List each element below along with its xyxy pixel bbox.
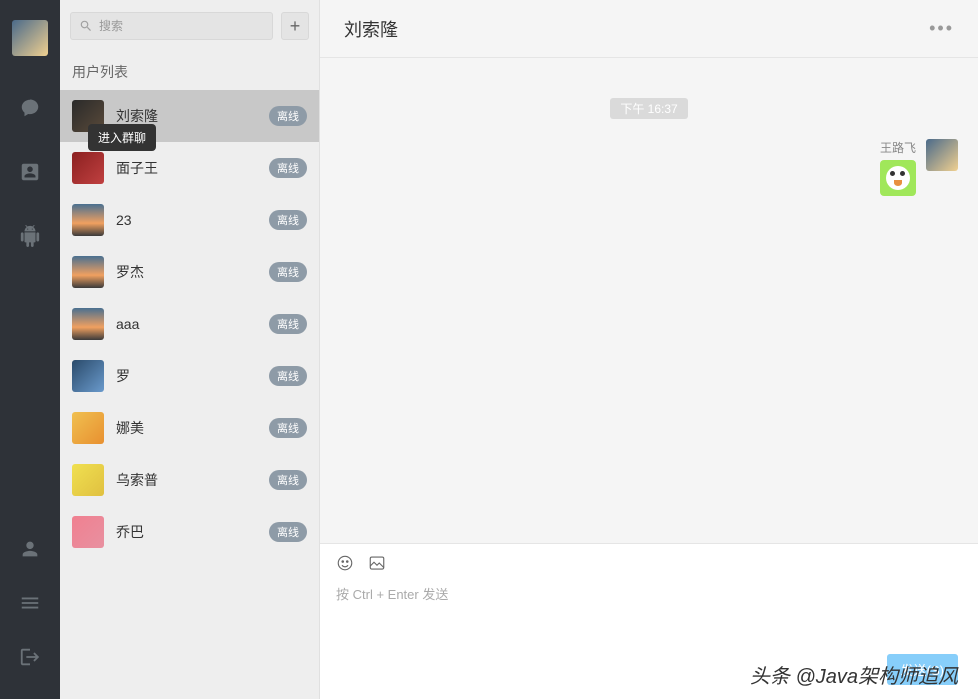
status-badge: 离线 — [269, 522, 307, 542]
contact-item[interactable]: 23 离线 — [60, 194, 319, 246]
status-badge: 离线 — [269, 470, 307, 490]
contact-avatar — [72, 256, 104, 288]
contact-avatar — [72, 204, 104, 236]
user-avatar[interactable] — [12, 20, 48, 56]
contact-item[interactable]: aaa 离线 — [60, 298, 319, 350]
emoji-icon[interactable] — [336, 554, 354, 572]
timestamp-label: 下午 16:37 — [610, 98, 687, 119]
list-header: 用户列表 — [60, 52, 319, 90]
android-icon[interactable] — [18, 224, 42, 248]
contact-item[interactable]: 娜美 离线 — [60, 402, 319, 454]
image-icon[interactable] — [368, 554, 386, 572]
contact-avatar — [72, 360, 104, 392]
contact-avatar — [72, 308, 104, 340]
contact-item[interactable]: 乔巴 离线 — [60, 506, 319, 558]
contact-name: 面子王 — [116, 158, 269, 178]
status-badge: 离线 — [269, 106, 307, 126]
profile-icon[interactable] — [18, 537, 42, 561]
status-badge: 离线 — [269, 366, 307, 386]
sender-name: 王路飞 — [880, 139, 916, 156]
contact-item[interactable]: 罗杰 离线 — [60, 246, 319, 298]
contact-avatar — [72, 152, 104, 184]
contact-avatar — [72, 412, 104, 444]
contact-avatar — [72, 516, 104, 548]
add-button[interactable]: + — [281, 12, 309, 40]
search-input[interactable] — [99, 19, 264, 33]
message-input[interactable] — [320, 578, 978, 654]
search-wrap[interactable] — [70, 12, 273, 40]
contact-panel: + 用户列表 刘索隆 离线 面子王 离线 23 离线 罗杰 离线 aaa 离线 … — [60, 0, 320, 699]
timestamp: 下午 16:37 — [340, 98, 958, 119]
status-badge: 离线 — [269, 158, 307, 178]
tooltip-enter-group: 进入群聊 — [88, 124, 156, 151]
logout-icon[interactable] — [18, 645, 42, 669]
status-badge: 离线 — [269, 210, 307, 230]
contact-name: 乔巴 — [116, 522, 269, 542]
status-badge: 离线 — [269, 314, 307, 334]
send-button[interactable]: 发送(S) — [887, 654, 958, 685]
sidebar — [0, 0, 60, 699]
chat-header: 刘索隆 ••• — [320, 0, 978, 58]
contacts-icon[interactable] — [18, 160, 42, 184]
chat-panel: 刘索隆 ••• 下午 16:37 王路飞 — [320, 0, 978, 699]
contact-name: 罗杰 — [116, 262, 269, 282]
chat-body: 下午 16:37 王路飞 — [320, 58, 978, 543]
contact-item[interactable]: 罗 离线 — [60, 350, 319, 402]
contact-list: 刘索隆 离线 面子王 离线 23 离线 罗杰 离线 aaa 离线 罗 离线 娜美… — [60, 90, 319, 699]
contact-avatar — [72, 464, 104, 496]
contact-name: 罗 — [116, 366, 269, 386]
contact-name: aaa — [116, 316, 269, 332]
contact-name: 23 — [116, 212, 269, 228]
status-badge: 离线 — [269, 418, 307, 438]
contact-name: 乌索普 — [116, 470, 269, 490]
status-badge: 离线 — [269, 262, 307, 282]
input-area: 发送(S) — [320, 543, 978, 699]
more-icon[interactable]: ••• — [929, 18, 954, 39]
contact-name: 刘索隆 — [116, 106, 269, 126]
message-avatar — [926, 139, 958, 171]
menu-icon[interactable] — [18, 591, 42, 615]
contact-name: 娜美 — [116, 418, 269, 438]
search-icon — [79, 19, 93, 33]
contact-item[interactable]: 乌索普 离线 — [60, 454, 319, 506]
message-row: 王路飞 — [340, 139, 958, 196]
chat-icon[interactable] — [18, 96, 42, 120]
chat-title: 刘索隆 — [344, 16, 398, 42]
emoji-message — [880, 160, 916, 196]
